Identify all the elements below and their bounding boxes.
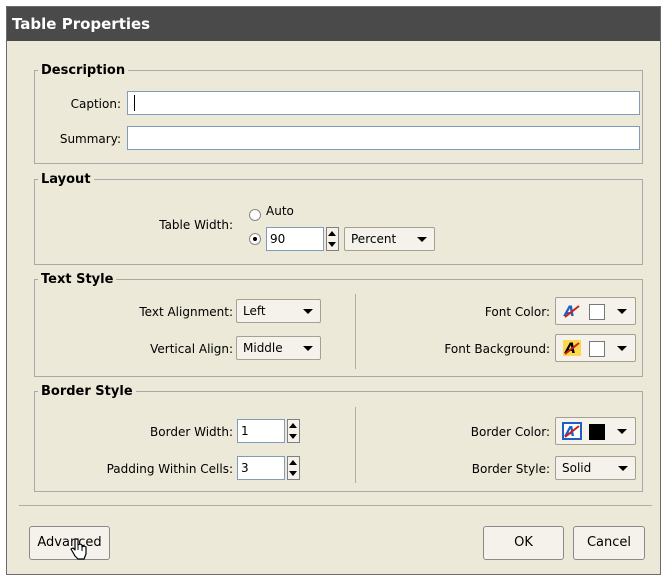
border-color-swatch — [589, 424, 605, 440]
text-alignment-value: Left — [243, 304, 266, 318]
table-width-spinner[interactable] — [326, 227, 339, 251]
custom-width-radio[interactable] — [249, 233, 261, 245]
font-color-swatch — [589, 304, 605, 320]
text-style-divider — [355, 294, 356, 369]
padding-spinner[interactable] — [287, 456, 300, 480]
font-color-icon: A — [563, 304, 580, 320]
ok-button[interactable]: OK — [483, 526, 564, 560]
chevron-down-icon — [618, 466, 628, 471]
hand-cursor-icon — [70, 538, 87, 560]
chevron-down-icon — [303, 309, 313, 314]
svg-text:A: A — [563, 304, 575, 320]
chevron-down-icon — [617, 429, 627, 434]
text-style-legend: Text Style — [41, 272, 114, 287]
cancel-button[interactable]: Cancel — [573, 526, 645, 560]
border-style-value: Solid — [562, 461, 592, 475]
width-unit-value: Percent — [351, 232, 397, 246]
border-width-input[interactable]: 1 — [237, 419, 285, 443]
spin-down-icon — [328, 242, 336, 247]
chevron-down-icon — [617, 309, 627, 314]
border-width-spinner[interactable] — [287, 419, 300, 443]
description-legend: Description — [41, 63, 126, 78]
layout-legend: Layout — [41, 172, 91, 187]
border-style-dropdown[interactable]: Solid — [555, 456, 636, 480]
font-background-label: Font Background: — [444, 342, 550, 356]
text-caret — [134, 95, 135, 111]
spin-up-icon — [289, 460, 297, 465]
footer-divider — [19, 505, 652, 506]
dialog-title[interactable]: Table Properties — [7, 7, 660, 41]
chevron-down-icon — [617, 346, 627, 351]
font-background-picker[interactable]: A — [555, 334, 636, 362]
border-style-label: Border Style: — [471, 462, 550, 476]
chevron-down-icon — [303, 346, 313, 351]
vertical-align-label: Vertical Align: — [150, 342, 233, 356]
summary-input[interactable] — [127, 126, 640, 150]
border-style-legend: Border Style — [41, 384, 133, 399]
border-color-label: Border Color: — [470, 425, 550, 439]
vertical-align-dropdown[interactable]: Middle — [236, 336, 321, 360]
radio-selected-dot — [253, 237, 257, 241]
table-width-label: Table Width: — [159, 218, 233, 232]
font-color-picker[interactable]: A — [555, 297, 636, 325]
caption-input[interactable] — [127, 91, 640, 115]
width-unit-dropdown[interactable]: Percent — [344, 227, 435, 251]
border-width-label: Border Width: — [150, 425, 233, 439]
auto-label[interactable]: Auto — [266, 204, 294, 218]
auto-radio[interactable] — [249, 209, 261, 221]
spin-down-icon — [289, 434, 297, 439]
summary-label: Summary: — [59, 132, 121, 146]
border-color-picker[interactable]: A — [555, 417, 636, 445]
text-alignment-dropdown[interactable]: Left — [236, 299, 321, 323]
font-color-label: Font Color: — [484, 305, 550, 319]
text-style-group: Text Style — [34, 272, 643, 377]
caption-label: Caption: — [70, 97, 121, 111]
text-alignment-label: Text Alignment: — [139, 305, 233, 319]
spin-up-icon — [289, 423, 297, 428]
border-style-divider — [355, 407, 356, 483]
vertical-align-value: Middle — [243, 341, 283, 355]
font-background-swatch — [589, 341, 605, 357]
spin-down-icon — [289, 471, 297, 476]
border-color-icon: A — [562, 422, 582, 440]
table-properties-dialog: Table Properties Description Caption: Su… — [6, 6, 661, 575]
chevron-down-icon — [417, 237, 427, 242]
padding-input[interactable]: 3 — [237, 456, 285, 480]
font-background-icon: A — [563, 340, 581, 357]
padding-label: Padding Within Cells: — [106, 462, 233, 476]
spin-up-icon — [328, 231, 336, 236]
table-width-input[interactable]: 90 — [266, 227, 324, 251]
